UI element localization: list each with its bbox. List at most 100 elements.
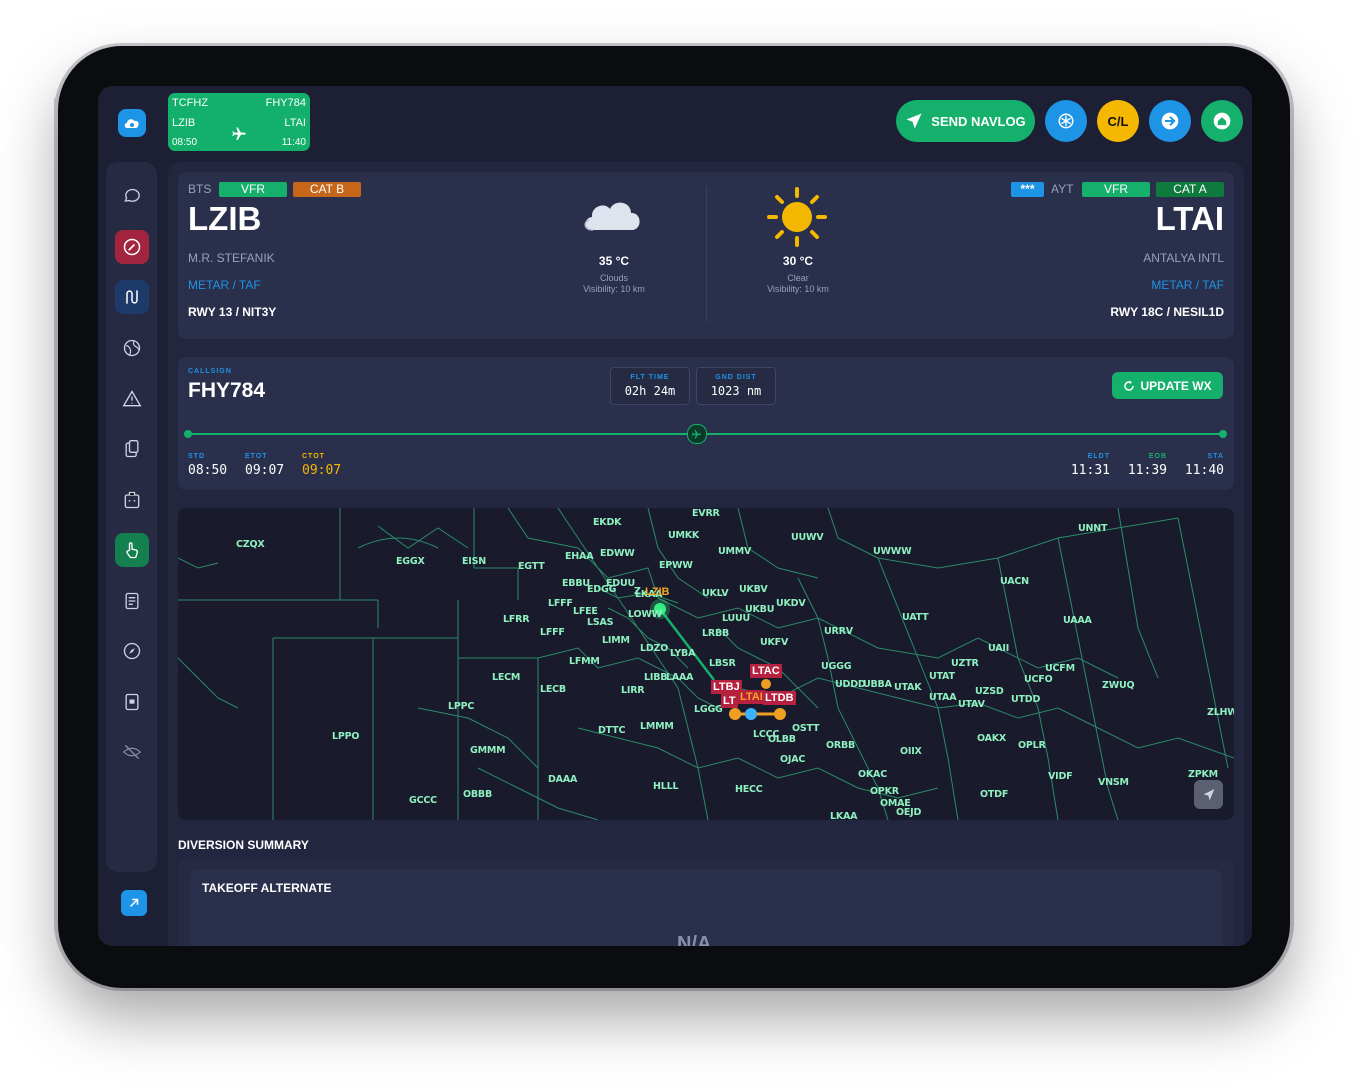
fir-label: OPLR xyxy=(1018,740,1046,751)
time-eob: EOB 11:39 xyxy=(1128,453,1167,478)
fir-map[interactable]: CZQX EGGX EISN EGTT EKDK EVRR UMKK UUWV … xyxy=(178,508,1234,820)
fir-label: GMMM xyxy=(470,745,506,756)
flight-time-box: FLT TIME 02h 24m xyxy=(610,367,690,405)
deice-button[interactable] xyxy=(1045,100,1087,142)
fir-label: EHAA xyxy=(565,551,594,562)
fir-label: OBBB xyxy=(463,789,492,800)
arr-runway: RWY 18C / NESIL1D xyxy=(1110,305,1224,319)
aircraft-registration: TCFHZ xyxy=(172,97,209,109)
fir-label: LPPO xyxy=(332,731,360,742)
fir-label: DAAA xyxy=(548,774,578,785)
app-logo-button[interactable] xyxy=(118,109,146,137)
sidebar-item-crew[interactable] xyxy=(115,483,149,517)
fir-label: UAII xyxy=(988,643,1010,654)
route-icon xyxy=(126,290,138,304)
dep-category-badge: CAT B xyxy=(293,182,361,197)
alternate-label: LT xyxy=(721,694,738,708)
eye-off-icon xyxy=(122,744,142,760)
airport-card: BTS VFR CAT B LZIB M.R. STEFANIK METAR /… xyxy=(178,172,1234,339)
fir-label: UUWV xyxy=(791,532,824,543)
dep-icao: LZIB xyxy=(188,200,262,237)
fir-label: CZQX xyxy=(236,539,265,550)
send-navlog-button[interactable]: SEND NAVLOG xyxy=(896,100,1035,142)
fir-label: UTAA xyxy=(929,692,957,703)
fir-label: DTTC xyxy=(598,725,626,736)
sidebar-item-checklist[interactable] xyxy=(115,584,149,618)
sidebar-item-documents[interactable] xyxy=(115,432,149,466)
checklist-button[interactable]: C/L xyxy=(1097,100,1139,142)
arr-iata: AYT xyxy=(1051,182,1074,196)
compass-icon xyxy=(123,642,141,660)
ground-distance-box: GND DIST 1023 nm xyxy=(696,367,776,405)
sidebar-item-navigation[interactable] xyxy=(115,634,149,668)
fir-label: URRV xyxy=(824,626,853,637)
fir-label: ZWUQ xyxy=(1102,680,1135,691)
alternate-label: LTDB xyxy=(763,691,796,705)
fir-label: UKBV xyxy=(739,584,768,595)
sidebar-item-route[interactable] xyxy=(115,280,149,314)
main-content: BTS VFR CAT B LZIB M.R. STEFANIK METAR /… xyxy=(168,162,1244,946)
home-button[interactable] xyxy=(1201,100,1243,142)
active-flight-chip[interactable]: TCFHZ FHY784 LZIB LTAI 08:50 11:40 xyxy=(168,93,310,151)
home-icon xyxy=(1213,112,1231,130)
fir-label: UNNT xyxy=(1078,523,1108,534)
time-label: ETOT xyxy=(245,453,268,460)
time-label: ELDT xyxy=(1087,453,1110,460)
fir-label: UAAA xyxy=(1063,615,1092,626)
fir-label: UTAV xyxy=(958,699,985,710)
flight-departure: LZIB xyxy=(172,117,196,129)
time-etot: ETOT 09:07 xyxy=(245,453,284,478)
fir-label: LKAA xyxy=(830,811,858,820)
time-eldt: ELDT 11:31 xyxy=(1071,453,1110,478)
fir-label: LIBB xyxy=(644,672,668,683)
fir-label: UMMV xyxy=(718,546,752,557)
snowflake-icon xyxy=(1058,113,1074,129)
fir-label: UKLV xyxy=(702,588,729,599)
fir-label: LGGG xyxy=(694,704,723,715)
airplane-icon xyxy=(692,429,702,439)
fir-label: LDZO xyxy=(640,643,669,654)
arr-flight-rules-badge: VFR xyxy=(1082,182,1150,197)
sidebar-item-efb[interactable] xyxy=(115,685,149,719)
fir-label: VIDF xyxy=(1048,771,1073,782)
fir-label: UWWW xyxy=(873,546,912,557)
flight-callsign: FHY784 xyxy=(265,97,306,109)
dep-metar-link[interactable]: METAR / TAF xyxy=(188,278,261,292)
sidebar xyxy=(106,162,157,872)
fir-label: LRBB xyxy=(702,628,730,639)
time-sta: STA 11:40 xyxy=(1185,453,1224,478)
flight-arr-time: 11:40 xyxy=(281,137,306,148)
sidebar-item-hide[interactable] xyxy=(115,735,149,769)
fir-label: EDWW xyxy=(600,548,635,559)
fir-label: LIMM xyxy=(602,635,630,646)
fir-label: LOWW xyxy=(628,609,662,620)
fir-label: OSTT xyxy=(792,723,820,734)
external-link-button[interactable] xyxy=(121,890,147,916)
fir-label: EPWW xyxy=(659,560,693,571)
update-wx-button[interactable]: UPDATE WX xyxy=(1112,372,1223,399)
sidebar-item-globe[interactable] xyxy=(115,331,149,365)
sidebar-item-performance[interactable] xyxy=(115,230,149,264)
fir-label: LAAA xyxy=(666,672,694,683)
fir-label: LIRR xyxy=(621,685,645,696)
aircraft-progress-marker xyxy=(686,424,707,444)
sidebar-item-touch[interactable] xyxy=(115,533,149,567)
airplane-icon xyxy=(232,127,246,140)
cloud-icon xyxy=(584,202,640,231)
fir-label: UBBA xyxy=(863,679,892,690)
diversion-card: TAKEOFF ALTERNATE N/A xyxy=(178,859,1234,946)
fir-label: OLBB xyxy=(768,734,796,745)
fir-label: UTAT xyxy=(929,671,955,682)
arr-metar-link[interactable]: METAR / TAF xyxy=(1151,278,1224,292)
sidebar-item-chat[interactable] xyxy=(115,179,149,213)
locate-button[interactable] xyxy=(1194,780,1223,809)
briefcase-icon xyxy=(124,491,140,509)
fir-label: EGTT xyxy=(518,561,545,572)
gauge-icon xyxy=(123,238,141,256)
fir-label: Z xyxy=(634,586,641,597)
warning-icon xyxy=(122,390,142,407)
fir-label: LBSR xyxy=(709,658,736,669)
sidebar-item-notams[interactable] xyxy=(115,382,149,416)
fir-label: ZPKM xyxy=(1188,769,1218,780)
flight-mode-button[interactable] xyxy=(1149,100,1191,142)
